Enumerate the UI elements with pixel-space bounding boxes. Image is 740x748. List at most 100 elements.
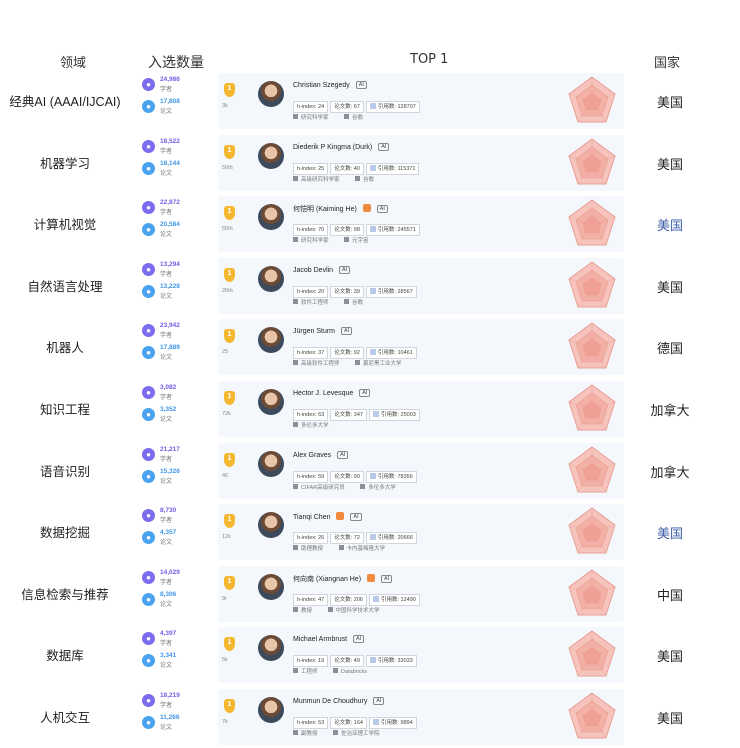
selection-counts: ● 22,872 学者 ● 20,584 论文 — [142, 199, 212, 243]
radar-chart-icon — [568, 569, 616, 616]
scholar-count: 8,730 — [160, 507, 177, 515]
institution-icon — [344, 114, 350, 119]
rank-note: 50th — [222, 164, 233, 171]
institution: 慕尼黑工业大学 — [363, 361, 402, 368]
scholar-name-line: Tianqi Chen AI — [293, 512, 362, 522]
scholar-label: 学者 — [160, 703, 173, 709]
citation-icon — [372, 411, 379, 417]
citation-icon — [372, 719, 379, 725]
paper-count: 4,357 — [160, 529, 177, 537]
top-scholar-card[interactable]: 1 3k Christian Szegedy AI h-index: 24 论文数… — [218, 73, 624, 129]
position: 研究科学家 — [301, 115, 329, 121]
paper-icon: ● — [142, 408, 155, 421]
avatar[interactable] — [258, 81, 284, 107]
scholar-label: 学者 — [160, 87, 173, 93]
top-scholar-card[interactable]: 1 12k Tianqi Chen AI h-index: 26 论文数: 72 引… — [218, 504, 624, 561]
scholar-name[interactable]: Munmun De Choudhury — [293, 698, 367, 705]
citation-stat: 引用数: 33033 — [365, 655, 417, 668]
h-index-stat: h-index: 70 — [293, 224, 329, 237]
top-scholar-card[interactable]: 1 72k Hector J. Levesque AI h-index: 63 论… — [218, 381, 624, 437]
top-scholar-card[interactable]: 1 25 Jürgen Sturm AI h-index: 37 论文数: 92 引… — [218, 319, 624, 376]
scholar-name[interactable]: Tianqi Chen — [293, 514, 331, 521]
avatar[interactable] — [258, 450, 284, 477]
medal-icon: 1 — [224, 514, 235, 529]
citation-icon — [369, 472, 376, 479]
avatar[interactable] — [258, 512, 284, 539]
rank-note: 25 — [222, 349, 229, 356]
paper-count: 8,306 — [160, 590, 177, 598]
scholar-stats: h-index: 47 论文数: 206 引用数: 12490 — [293, 588, 422, 606]
scholar-name[interactable]: Diederik P Kingma (Durk) — [293, 144, 372, 151]
scholar-affiliation: 研究科学家 谷歌 — [293, 113, 377, 121]
rank-note: 5k — [222, 657, 228, 664]
table-row: 信息检索与推荐 ● 14,029 学者 ● 8,306 论文 1 9r 何向南 — [0, 563, 740, 625]
scholar-name[interactable]: Jacob Devlin — [293, 267, 333, 274]
scholar-label: 学者 — [160, 148, 173, 155]
institution-icon — [344, 237, 350, 243]
scholar-name-line: Michael Armbrust AI — [293, 635, 365, 644]
institution: 卡内基梅隆大学 — [346, 546, 386, 553]
field-name: 机器人 — [46, 341, 84, 356]
selection-counts: ● 18,219 学者 ● 11,266 论文 — [142, 692, 212, 736]
scholar-name[interactable]: 何恺明 (Kaiming He) — [293, 206, 357, 213]
avatar[interactable] — [258, 389, 284, 415]
avatar[interactable] — [258, 697, 284, 723]
institution-icon — [327, 606, 333, 612]
header-field: 领域 — [60, 55, 87, 70]
avatar[interactable] — [258, 265, 284, 292]
paper-icon: ● — [142, 531, 155, 545]
scholar-count: 18,219 — [160, 692, 180, 699]
scholar-name[interactable]: Alex Graves — [293, 452, 331, 459]
position: 教授 — [301, 607, 313, 614]
top-scholar-card[interactable]: 1 55th 何恺明 (Kaiming He) AI h-index: 70 论文… — [218, 196, 624, 253]
avatar[interactable] — [258, 204, 284, 231]
radar-chart-icon — [568, 261, 616, 308]
top-scholar-card[interactable]: 1 50th Diederik P Kingma (Durk) AI h-ind… — [218, 134, 624, 191]
scholar-affiliation: 多伦多大学 — [293, 421, 343, 429]
scholar-icon: ● — [142, 570, 155, 584]
country: 美国 — [656, 218, 683, 234]
scholar-label: 学者 — [160, 271, 173, 278]
institution: 佐治亚理工学院 — [341, 731, 380, 737]
institution: 谷歌 — [352, 299, 364, 306]
scholar-name[interactable]: 何向南 (Xiangnan He) — [293, 576, 361, 583]
scholar-count: 13,294 — [160, 260, 180, 268]
top-scholar-card[interactable]: 1 26th Jacob Devlin AI h-index: 20 论文数: 3… — [218, 257, 624, 314]
citation-icon — [369, 534, 376, 541]
h-index-stat: h-index: 25 — [293, 162, 329, 175]
position-icon — [293, 237, 298, 243]
table-row: 经典AI (AAAI/IJCAI) ● 24,986 学者 ● 17,808 论… — [0, 70, 740, 132]
avatar[interactable] — [258, 327, 284, 354]
scholar-name[interactable]: Jürgen Sturm — [293, 328, 335, 335]
position: 软件工程师 — [301, 299, 329, 306]
position-icon — [293, 298, 298, 304]
top-scholar-card[interactable]: 1 9r 何向南 (Xiangnan He) AI h-index: 47 论文数… — [218, 565, 624, 622]
position: 工程师 — [301, 669, 318, 676]
radar-chart-icon — [568, 384, 616, 431]
avatar[interactable] — [258, 573, 284, 600]
scholar-name[interactable]: Christian Szegedy — [293, 82, 350, 89]
position: 副教授 — [301, 731, 318, 737]
profile-badge-icon — [367, 573, 376, 582]
scholar-label: 学者 — [160, 456, 173, 463]
paper-count: 20,584 — [160, 221, 180, 229]
scholar-name[interactable]: Michael Armbrust — [293, 636, 347, 643]
position-icon — [293, 175, 298, 181]
scholar-name-line: Jürgen Sturm AI — [293, 327, 353, 336]
h-index-stat: h-index: 19 — [293, 655, 329, 668]
top-scholar-card[interactable]: 1 5k Michael Armbrust AI h-index: 19 论文数:… — [218, 627, 624, 684]
radar-chart-icon — [568, 76, 616, 123]
country: 德国 — [656, 341, 683, 357]
citation-stat: 引用数: 10461 — [365, 347, 417, 360]
avatar[interactable] — [258, 142, 284, 169]
avatar[interactable] — [258, 635, 284, 662]
medal-icon: 1 — [224, 637, 235, 652]
citation-icon — [369, 657, 376, 664]
top-scholar-card[interactable]: 1 46 Alex Graves AI h-index: 59 论文数: 99 引用… — [218, 442, 624, 499]
scholar-stats: h-index: 59 论文数: 99 引用数: 78356 — [293, 465, 419, 483]
scholar-name[interactable]: Hector J. Levesque — [293, 390, 353, 397]
top-scholar-card[interactable]: 1 7k Munmun De Choudhury AI h-index: 53 论… — [218, 689, 624, 745]
paper-count: 18,144 — [160, 159, 180, 167]
paper-label: 论文 — [160, 170, 173, 177]
scholar-label: 学者 — [160, 641, 173, 648]
